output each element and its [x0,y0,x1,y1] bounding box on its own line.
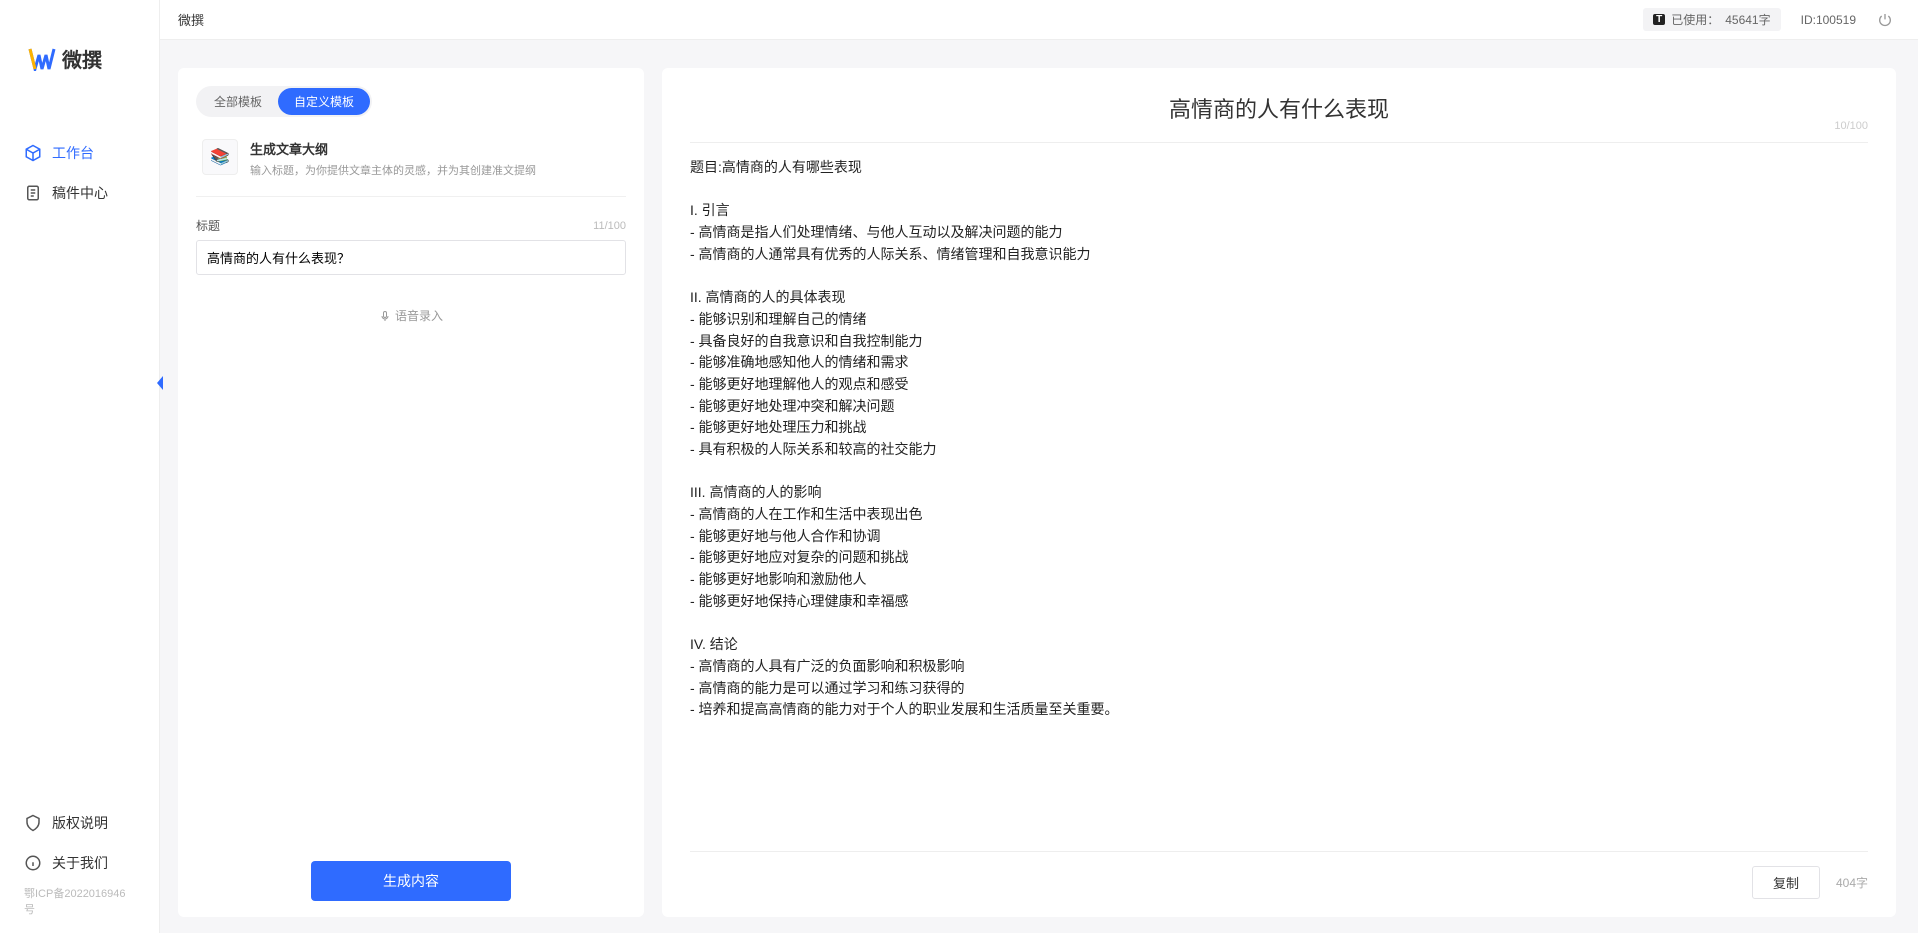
template-title: 生成文章大纲 [250,139,536,158]
nav-label: 稿件中心 [52,183,108,203]
usage-value: 45641字 [1725,11,1770,28]
usage-label: 已使用： [1671,11,1719,28]
icp-text: 鄂ICP备2022016946号 [0,883,159,923]
user-id: ID:100519 [1801,13,1856,27]
nav-item-drafts[interactable]: 稿件中心 [0,173,159,213]
input-panel: 全部模板 自定义模板 📚 生成文章大纲 输入标题，为你提供文章主体的灵感，并为其… [178,68,644,917]
mic-icon [379,309,391,323]
power-icon[interactable] [1876,11,1894,29]
voice-input-button[interactable]: 语音录入 [196,307,626,324]
doc-icon [24,184,42,202]
template-tabs: 全部模板 自定义模板 [196,86,372,117]
breadcrumb: 微撰 [178,10,204,29]
title-field-label: 标题 [196,217,220,234]
cube-icon [24,144,42,162]
template-card: 📚 生成文章大纲 输入标题，为你提供文章主体的灵感，并为其创建准文提纲 [196,131,626,197]
collapse-sidebar-button[interactable] [153,374,167,392]
usage-badge: T 已使用： 45641字 [1643,8,1781,31]
nav: 工作台 稿件中心 [0,97,159,803]
result-panel: 高情商的人有什么表现 10/100 题目:高情商的人有哪些表现 I. 引言 - … [662,68,1896,917]
usage-badge-icon: T [1653,14,1665,25]
shield-icon [24,814,42,832]
tab-custom-template[interactable]: 自定义模板 [278,88,370,115]
footer-label: 关于我们 [52,853,108,873]
logo-text: 微撰 [62,44,102,73]
result-body: 题目:高情商的人有哪些表现 I. 引言 - 高情商是指人们处理情绪、与他人互动以… [690,157,1868,851]
logo-icon [28,47,56,71]
title-char-count: 11/100 [593,220,626,232]
template-desc: 输入标题，为你提供文章主体的灵感，并为其创建准文提纲 [250,162,536,178]
title-input[interactable] [196,240,626,275]
copy-button[interactable]: 复制 [1752,866,1820,899]
result-title-count: 10/100 [1834,120,1868,132]
logo: 微撰 [0,0,159,97]
footer-label: 版权说明 [52,813,108,833]
info-icon [24,854,42,872]
template-icon: 📚 [202,139,238,175]
result-title: 高情商的人有什么表现 [690,92,1868,124]
footer-item-copyright[interactable]: 版权说明 [0,803,159,843]
nav-item-workspace[interactable]: 工作台 [0,133,159,173]
footer-item-about[interactable]: 关于我们 [0,843,159,883]
generate-button[interactable]: 生成内容 [311,861,511,901]
nav-label: 工作台 [52,143,94,163]
word-count: 404字 [1836,874,1868,891]
sidebar-footer: 版权说明 关于我们 鄂ICP备2022016946号 [0,803,159,933]
voice-hint: 语音录入 [395,307,443,324]
tab-all-templates[interactable]: 全部模板 [198,88,278,115]
topbar: 微撰 T 已使用： 45641字 ID:100519 [160,0,1918,40]
sidebar: 微撰 工作台 稿件中心 版权说明 [0,0,160,933]
